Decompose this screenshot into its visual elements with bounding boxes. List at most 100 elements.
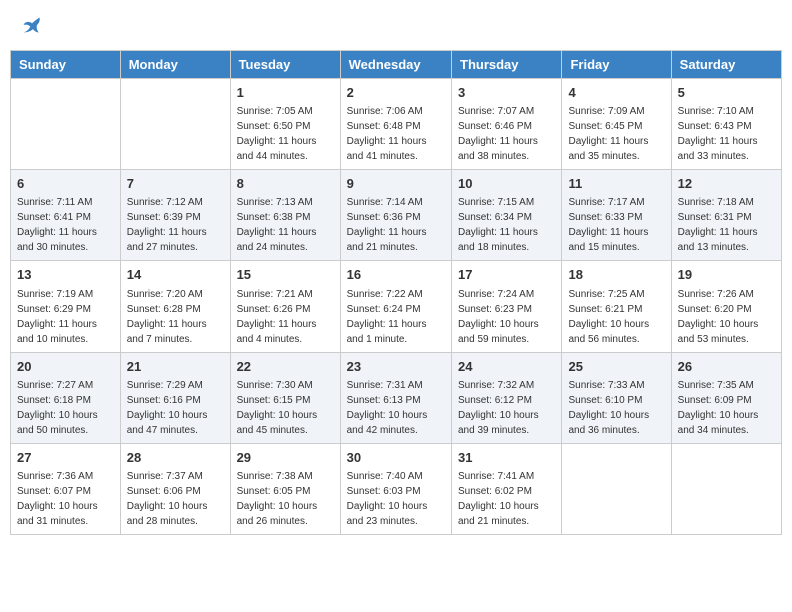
- weekday-header-thursday: Thursday: [452, 51, 562, 79]
- weekday-header-tuesday: Tuesday: [230, 51, 340, 79]
- day-info: Sunrise: 7:40 AM Sunset: 6:03 PM Dayligh…: [347, 469, 445, 529]
- day-number: 8: [237, 175, 334, 193]
- calendar-week-row: 20Sunrise: 7:27 AM Sunset: 6:18 PM Dayli…: [11, 352, 782, 443]
- day-number: 5: [678, 84, 775, 102]
- day-number: 24: [458, 358, 555, 376]
- calendar-cell: 3Sunrise: 7:07 AM Sunset: 6:46 PM Daylig…: [452, 79, 562, 170]
- calendar-cell: 7 Sunrise: 7:12 AM Sunset: 6:39 PM Daylig…: [120, 170, 230, 261]
- calendar-cell: 19 Sunrise: 7:26 AM Sunset: 6:20 PM Dayli…: [671, 261, 781, 352]
- day-info: Sunrise: 7:31 AM Sunset: 6:13 PM Dayligh…: [347, 378, 445, 438]
- day-info: Sunrise: 7:29 AM Sunset: 6:16 PM Dayligh…: [127, 378, 224, 438]
- calendar-week-row: 27 Sunrise: 7:36 AM Sunset: 6:07 PM Dayli…: [11, 443, 782, 534]
- day-info: Sunrise: 7:22 AM Sunset: 6:24 PM Dayligh…: [347, 287, 445, 347]
- day-number: 29: [237, 449, 334, 467]
- day-number: 22: [237, 358, 334, 376]
- day-number: 13: [17, 266, 114, 284]
- day-info: Sunrise: 7:19 AM Sunset: 6:29 PM Dayligh…: [17, 287, 114, 347]
- calendar-cell: 18 Sunrise: 7:25 AM Sunset: 6:21 PM Dayli…: [562, 261, 671, 352]
- weekday-header-wednesday: Wednesday: [340, 51, 451, 79]
- day-info: Sunrise: 7:11 AM Sunset: 6:41 PM Dayligh…: [17, 195, 114, 255]
- calendar-cell: 27 Sunrise: 7:36 AM Sunset: 6:07 PM Dayli…: [11, 443, 121, 534]
- day-number: 16: [347, 266, 445, 284]
- day-info: Sunrise: 7:25 AM Sunset: 6:21 PM Dayligh…: [568, 287, 664, 347]
- calendar-cell: [120, 79, 230, 170]
- calendar-cell: 26 Sunrise: 7:35 AM Sunset: 6:09 PM Dayli…: [671, 352, 781, 443]
- day-info: Sunrise: 7:36 AM Sunset: 6:07 PM Dayligh…: [17, 469, 114, 529]
- calendar-cell: [562, 443, 671, 534]
- day-number: 7: [127, 175, 224, 193]
- day-number: 12: [678, 175, 775, 193]
- calendar-cell: 5 Sunrise: 7:10 AM Sunset: 6:43 PM Daylig…: [671, 79, 781, 170]
- page-header: [10, 10, 782, 40]
- day-info: Sunrise: 7:09 AM Sunset: 6:45 PM Dayligh…: [568, 104, 664, 164]
- calendar-cell: 14Sunrise: 7:20 AM Sunset: 6:28 PM Dayli…: [120, 261, 230, 352]
- calendar-cell: 29 Sunrise: 7:38 AM Sunset: 6:05 PM Dayli…: [230, 443, 340, 534]
- calendar-cell: 12 Sunrise: 7:18 AM Sunset: 6:31 PM Dayli…: [671, 170, 781, 261]
- day-info: Sunrise: 7:41 AM Sunset: 6:02 PM Dayligh…: [458, 469, 555, 529]
- logo-bird-icon: [22, 15, 42, 35]
- calendar-week-row: 6 Sunrise: 7:11 AM Sunset: 6:41 PM Daylig…: [11, 170, 782, 261]
- day-number: 23: [347, 358, 445, 376]
- calendar-cell: 23 Sunrise: 7:31 AM Sunset: 6:13 PM Dayli…: [340, 352, 451, 443]
- day-number: 9: [347, 175, 445, 193]
- weekday-header-sunday: Sunday: [11, 51, 121, 79]
- calendar-cell: 25 Sunrise: 7:33 AM Sunset: 6:10 PM Dayli…: [562, 352, 671, 443]
- day-number: 6: [17, 175, 114, 193]
- day-number: 25: [568, 358, 664, 376]
- day-info: Sunrise: 7:13 AM Sunset: 6:38 PM Dayligh…: [237, 195, 334, 255]
- day-number: 15: [237, 266, 334, 284]
- day-number: 28: [127, 449, 224, 467]
- day-info: Sunrise: 7:38 AM Sunset: 6:05 PM Dayligh…: [237, 469, 334, 529]
- calendar-cell: 24 Sunrise: 7:32 AM Sunset: 6:12 PM Dayli…: [452, 352, 562, 443]
- calendar-cell: 2 Sunrise: 7:06 AM Sunset: 6:48 PM Daylig…: [340, 79, 451, 170]
- calendar-cell: 11Sunrise: 7:17 AM Sunset: 6:33 PM Dayli…: [562, 170, 671, 261]
- calendar-cell: 22 Sunrise: 7:30 AM Sunset: 6:15 PM Dayli…: [230, 352, 340, 443]
- calendar-cell: [11, 79, 121, 170]
- day-info: Sunrise: 7:30 AM Sunset: 6:15 PM Dayligh…: [237, 378, 334, 438]
- weekday-header-monday: Monday: [120, 51, 230, 79]
- day-number: 2: [347, 84, 445, 102]
- day-info: Sunrise: 7:35 AM Sunset: 6:09 PM Dayligh…: [678, 378, 775, 438]
- day-info: Sunrise: 7:33 AM Sunset: 6:10 PM Dayligh…: [568, 378, 664, 438]
- day-number: 31: [458, 449, 555, 467]
- calendar-cell: 30 Sunrise: 7:40 AM Sunset: 6:03 PM Dayli…: [340, 443, 451, 534]
- day-number: 27: [17, 449, 114, 467]
- calendar-table: SundayMondayTuesdayWednesdayThursdayFrid…: [10, 50, 782, 535]
- day-number: 18: [568, 266, 664, 284]
- day-number: 17: [458, 266, 555, 284]
- day-info: Sunrise: 7:15 AM Sunset: 6:34 PM Dayligh…: [458, 195, 555, 255]
- day-info: Sunrise: 7:17 AM Sunset: 6:33 PM Dayligh…: [568, 195, 664, 255]
- day-number: 10: [458, 175, 555, 193]
- calendar-cell: 10 Sunrise: 7:15 AM Sunset: 6:34 PM Dayli…: [452, 170, 562, 261]
- day-number: 4: [568, 84, 664, 102]
- day-info: Sunrise: 7:21 AM Sunset: 6:26 PM Dayligh…: [237, 287, 334, 347]
- calendar-cell: 20Sunrise: 7:27 AM Sunset: 6:18 PM Dayli…: [11, 352, 121, 443]
- day-info: Sunrise: 7:32 AM Sunset: 6:12 PM Dayligh…: [458, 378, 555, 438]
- calendar-cell: 17 Sunrise: 7:24 AM Sunset: 6:23 PM Dayli…: [452, 261, 562, 352]
- day-info: Sunrise: 7:07 AM Sunset: 6:46 PM Dayligh…: [458, 104, 555, 164]
- day-number: 21: [127, 358, 224, 376]
- calendar-cell: 1Sunrise: 7:05 AM Sunset: 6:50 PM Daylig…: [230, 79, 340, 170]
- calendar-cell: 15 Sunrise: 7:21 AM Sunset: 6:26 PM Dayli…: [230, 261, 340, 352]
- day-number: 26: [678, 358, 775, 376]
- calendar-cell: 13 Sunrise: 7:19 AM Sunset: 6:29 PM Dayli…: [11, 261, 121, 352]
- calendar-week-row: 1Sunrise: 7:05 AM Sunset: 6:50 PM Daylig…: [11, 79, 782, 170]
- day-info: Sunrise: 7:12 AM Sunset: 6:39 PM Dayligh…: [127, 195, 224, 255]
- weekday-header-friday: Friday: [562, 51, 671, 79]
- calendar-cell: 16 Sunrise: 7:22 AM Sunset: 6:24 PM Dayli…: [340, 261, 451, 352]
- day-number: 19: [678, 266, 775, 284]
- calendar-week-row: 13 Sunrise: 7:19 AM Sunset: 6:29 PM Dayli…: [11, 261, 782, 352]
- day-info: Sunrise: 7:06 AM Sunset: 6:48 PM Dayligh…: [347, 104, 445, 164]
- day-info: Sunrise: 7:27 AM Sunset: 6:18 PM Dayligh…: [17, 378, 114, 438]
- calendar-cell: 9Sunrise: 7:14 AM Sunset: 6:36 PM Daylig…: [340, 170, 451, 261]
- day-info: Sunrise: 7:20 AM Sunset: 6:28 PM Dayligh…: [127, 287, 224, 347]
- day-number: 30: [347, 449, 445, 467]
- day-info: Sunrise: 7:05 AM Sunset: 6:50 PM Dayligh…: [237, 104, 334, 164]
- weekday-header-saturday: Saturday: [671, 51, 781, 79]
- logo: [20, 15, 42, 35]
- day-info: Sunrise: 7:26 AM Sunset: 6:20 PM Dayligh…: [678, 287, 775, 347]
- calendar-cell: 31 Sunrise: 7:41 AM Sunset: 6:02 PM Dayli…: [452, 443, 562, 534]
- day-info: Sunrise: 7:18 AM Sunset: 6:31 PM Dayligh…: [678, 195, 775, 255]
- day-info: Sunrise: 7:10 AM Sunset: 6:43 PM Dayligh…: [678, 104, 775, 164]
- day-info: Sunrise: 7:24 AM Sunset: 6:23 PM Dayligh…: [458, 287, 555, 347]
